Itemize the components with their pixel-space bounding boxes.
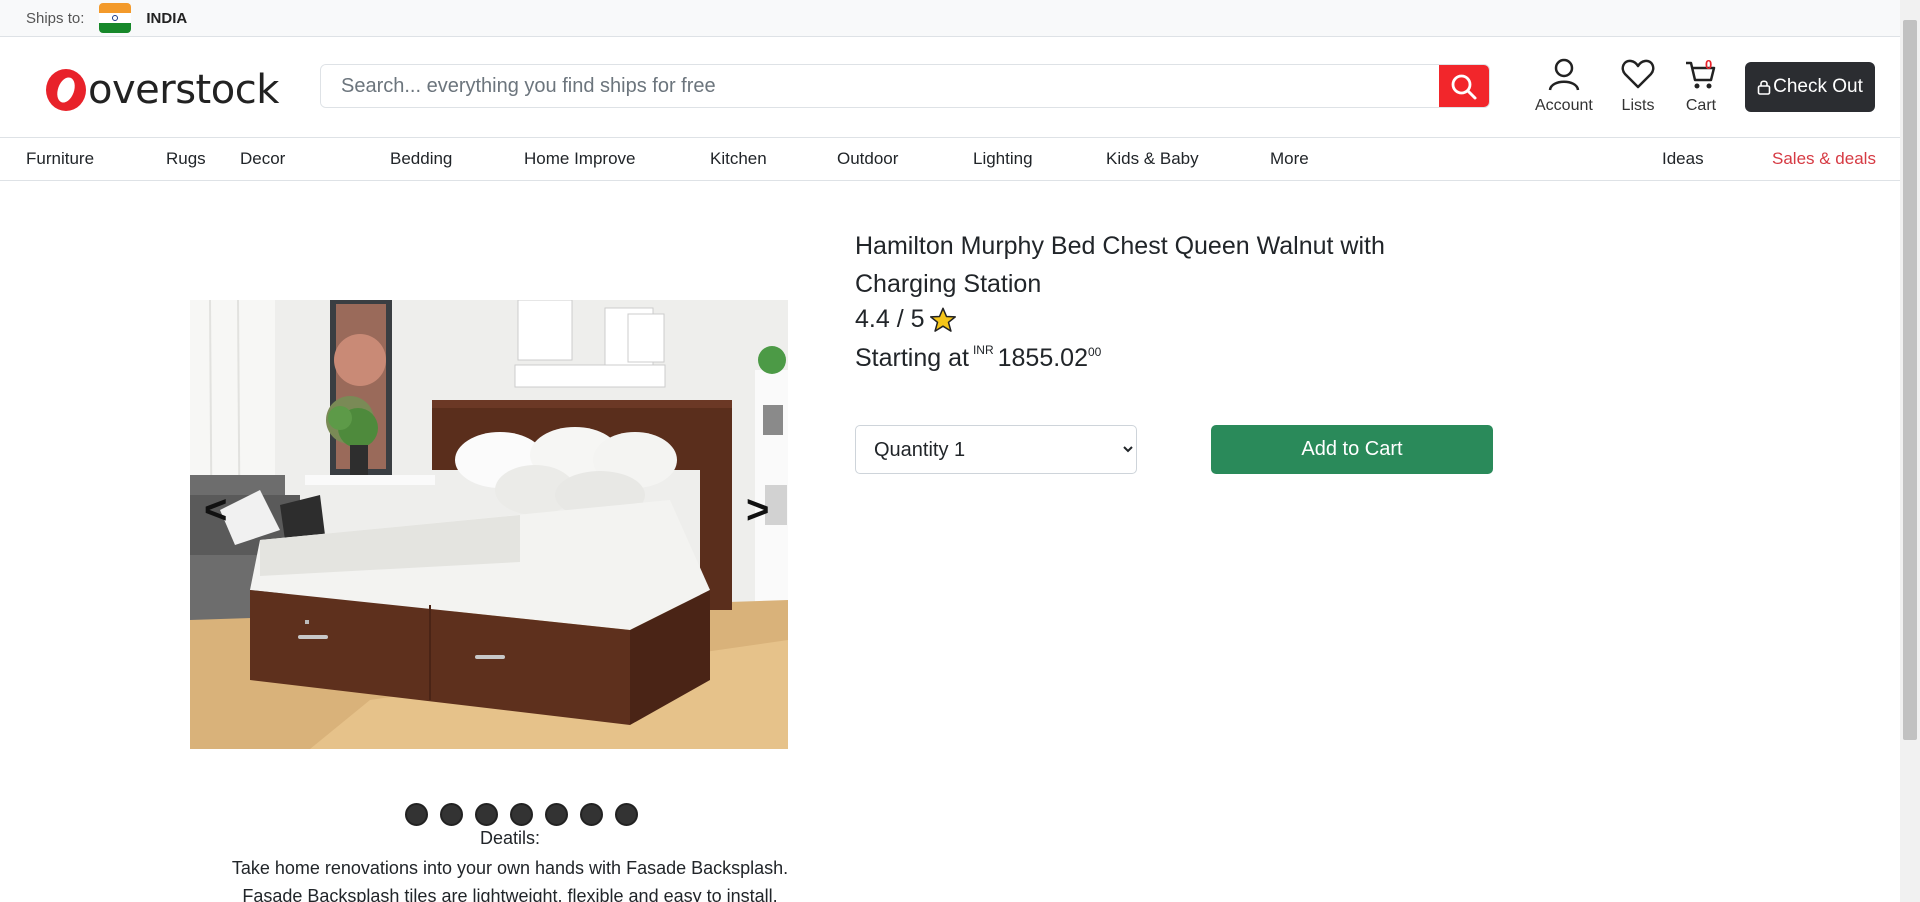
country-name[interactable]: INDIA — [146, 10, 187, 27]
star-icon — [929, 307, 956, 332]
nav-item-lighting[interactable]: Lighting — [973, 149, 1033, 169]
scrollbar-thumb[interactable] — [1903, 20, 1917, 740]
product-title: Hamilton Murphy Bed Chest Queen Walnut w… — [855, 232, 1385, 298]
carousel-dot[interactable] — [510, 803, 533, 826]
ships-to-bar: Ships to: INDIA — [0, 0, 1900, 37]
account-label: Account — [1535, 97, 1593, 114]
cart-button[interactable]: 0 Cart — [1684, 57, 1718, 115]
nav-item-sales-deals[interactable]: Sales & deals — [1772, 149, 1876, 169]
site-header: overstock Account Lists 0 Cart — [0, 37, 1900, 138]
price-cents: 00 — [1088, 345, 1102, 359]
nav-item-bedding[interactable]: Bedding — [390, 149, 452, 169]
carousel-dot[interactable] — [405, 803, 428, 826]
india-flag-icon[interactable] — [99, 3, 132, 33]
details-line: Fasade Backsplash tiles are lightweight,… — [242, 886, 778, 902]
cart-label: Cart — [1685, 97, 1717, 114]
details-line: Take home renovations into your own hand… — [231, 858, 789, 878]
logo-text: overstock — [88, 67, 279, 113]
lists-label: Lists — [1621, 97, 1655, 114]
account-button[interactable]: Account — [1535, 57, 1593, 115]
price-currency: INR — [972, 343, 994, 357]
nav-item-kitchen[interactable]: Kitchen — [710, 149, 767, 169]
price-value: 1855.02 — [997, 344, 1088, 372]
search-input[interactable] — [321, 65, 1439, 107]
ships-to-label: Ships to: — [26, 9, 85, 27]
nav-item-furniture[interactable]: Furniture — [26, 149, 94, 169]
cart-count-badge: 0 — [1705, 57, 1713, 72]
overstock-logo[interactable]: overstock — [46, 67, 279, 113]
nav-item-decor[interactable]: Decor — [240, 149, 285, 169]
rating-value: 4.4 / 5 — [855, 305, 925, 333]
product-image — [190, 300, 788, 749]
price-prefix: Starting at — [855, 344, 969, 372]
nav-item-ideas[interactable]: Ideas — [1662, 149, 1704, 169]
heart-icon — [1621, 59, 1655, 89]
carousel-dot[interactable] — [580, 803, 603, 826]
search-icon — [1451, 74, 1477, 100]
carousel-dot[interactable] — [615, 803, 638, 826]
quantity-select[interactable]: Quantity 1 — [855, 425, 1137, 474]
checkout-button[interactable]: Check Out — [1745, 62, 1875, 112]
product-price: Starting at INR 1855.0200 — [855, 343, 1101, 373]
product-image-carousel[interactable]: < > — [190, 300, 788, 749]
carousel-next-button[interactable]: > — [746, 488, 769, 533]
nav-item-outdoor[interactable]: Outdoor — [837, 149, 898, 169]
add-to-cart-button[interactable]: Add to Cart — [1211, 425, 1493, 474]
search-button[interactable] — [1439, 65, 1489, 107]
checkout-label: Check Out — [1773, 76, 1863, 97]
lists-button[interactable]: Lists — [1621, 57, 1655, 115]
nav-item-home-improve[interactable]: Home Improve — [524, 149, 635, 169]
search-bar — [320, 64, 1490, 108]
product-rating: 4.4 / 5 — [855, 305, 957, 334]
category-nav: Furniture Rugs Decor Bedding Home Improv… — [0, 139, 1900, 181]
account-icon — [1548, 58, 1580, 91]
details-heading: Deatils: — [479, 828, 541, 848]
cart-icon — [1686, 61, 1716, 89]
nav-item-rugs[interactable]: Rugs — [166, 149, 206, 169]
carousel-prev-button[interactable]: < — [204, 488, 227, 533]
carousel-indicators — [405, 803, 638, 826]
details-description: Take home renovations into your own hand… — [190, 854, 830, 902]
carousel-dot[interactable] — [440, 803, 463, 826]
carousel-dot[interactable] — [545, 803, 568, 826]
carousel-dot[interactable] — [475, 803, 498, 826]
nav-item-kids-baby[interactable]: Kids & Baby — [1106, 149, 1199, 169]
nav-item-more[interactable]: More — [1270, 149, 1309, 169]
lock-icon — [1757, 80, 1771, 95]
logo-mark-icon — [46, 69, 86, 111]
